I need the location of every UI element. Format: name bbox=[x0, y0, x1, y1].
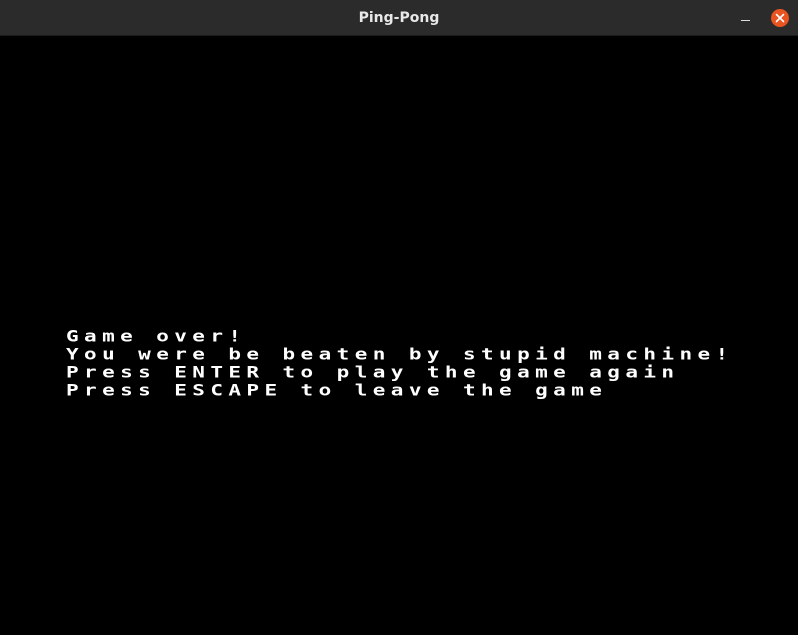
window-title: Ping-Pong bbox=[358, 10, 440, 26]
play-again-instruction: Press ENTER to play the game again bbox=[66, 362, 680, 382]
close-icon bbox=[775, 13, 785, 23]
app-window: Ping-Pong Game over! You were be beaten … bbox=[0, 0, 798, 635]
window-titlebar[interactable]: Ping-Pong bbox=[0, 0, 798, 36]
leave-game-instruction: Press ESCAPE to leave the game bbox=[66, 380, 608, 400]
game-over-message: Game over! You were be beaten by stupid … bbox=[66, 327, 734, 399]
defeat-message: You were be beaten by stupid machine! bbox=[66, 344, 734, 364]
minimize-button[interactable] bbox=[735, 9, 755, 29]
close-button[interactable] bbox=[771, 9, 789, 27]
game-canvas[interactable]: Game over! You were be beaten by stupid … bbox=[0, 36, 798, 635]
minimize-icon bbox=[741, 20, 750, 21]
game-over-title: Game over! bbox=[66, 326, 247, 346]
